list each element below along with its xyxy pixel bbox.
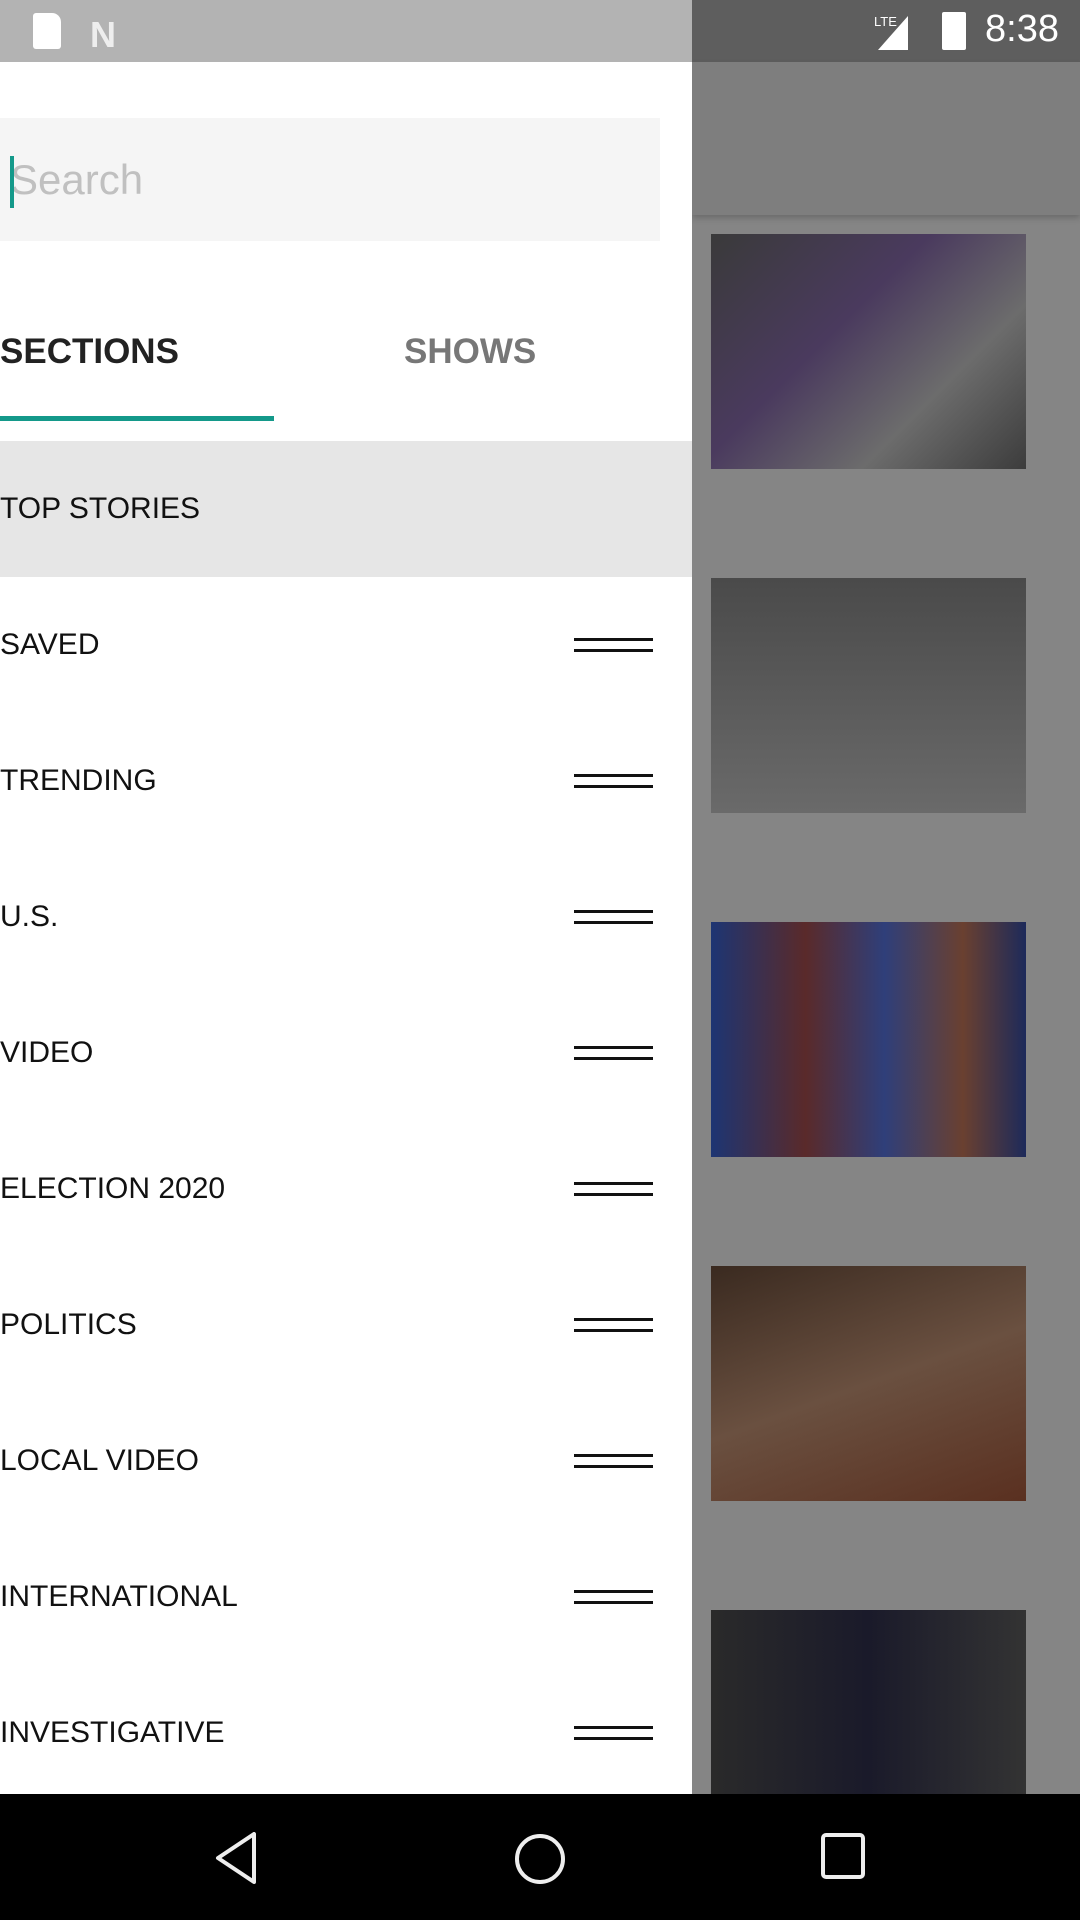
story-thumbnail[interactable] [711, 1266, 1026, 1501]
sidebar-item-label: ELECTION 2020 [0, 1172, 226, 1205]
story-thumbnail[interactable] [711, 234, 1026, 469]
sidebar-item-politics[interactable]: POLITICS [0, 1257, 692, 1393]
back-icon[interactable] [212, 1832, 262, 1884]
drag-handle-icon[interactable] [574, 1726, 653, 1740]
sidebar-item-international[interactable]: INTERNATIONAL [0, 1529, 692, 1665]
sidebar-item-saved[interactable]: SAVED [0, 577, 692, 713]
story-thumbnail[interactable] [711, 1610, 1026, 1794]
drag-handle-icon[interactable] [574, 638, 653, 652]
sidebar-item-label: TOP STORIES [0, 492, 201, 525]
signal-icon: LTE [874, 14, 908, 50]
tab-sections[interactable]: SECTIONS [0, 332, 179, 392]
battery-charging-icon [942, 12, 966, 50]
drag-handle-icon[interactable] [574, 1046, 653, 1060]
recents-icon[interactable] [820, 1832, 866, 1880]
text-cursor [10, 156, 14, 208]
story-thumbnail[interactable] [711, 922, 1026, 1157]
content-behind-scrim [692, 62, 1080, 1794]
sd-card-icon [33, 13, 61, 49]
drag-handle-icon[interactable] [574, 1590, 653, 1604]
sidebar-item-label: SAVED [0, 628, 100, 661]
sidebar-item-label: INTERNATIONAL [0, 1580, 238, 1613]
navigation-bar [0, 1794, 1080, 1920]
home-icon[interactable] [513, 1832, 567, 1886]
sidebar-item-label: POLITICS [0, 1308, 137, 1341]
n-logo-icon: N [90, 14, 116, 55]
sidebar-item-video[interactable]: VIDEO [0, 985, 692, 1121]
tab-shows[interactable]: SHOWS [404, 332, 536, 392]
sidebar-item-top-stories[interactable]: TOP STORIES [0, 441, 692, 577]
sidebar-item-label: INVESTIGATIVE [0, 1716, 225, 1749]
sidebar-item-local-video[interactable]: LOCAL VIDEO [0, 1393, 692, 1529]
story-thumbnail[interactable] [711, 578, 1026, 813]
sidebar-item-trending[interactable]: TRENDING [0, 713, 692, 849]
sidebar-item-label: LOCAL VIDEO [0, 1444, 199, 1477]
drag-handle-icon[interactable] [574, 1318, 653, 1332]
drag-handle-icon[interactable] [574, 910, 653, 924]
drag-handle-icon[interactable] [574, 1454, 653, 1468]
sidebar-item-us[interactable]: U.S. [0, 849, 692, 985]
navigation-drawer: SECTIONS SHOWS TOP STORIES SAVED TRENDIN… [0, 62, 692, 1794]
search-input[interactable] [10, 118, 650, 241]
drag-handle-icon[interactable] [574, 1182, 653, 1196]
svg-text:LTE: LTE [874, 14, 897, 29]
drag-handle-icon[interactable] [574, 774, 653, 788]
status-bar: N LTE 8:38 [0, 0, 1080, 62]
active-tab-indicator [0, 416, 274, 421]
sidebar-item-election-2020[interactable]: ELECTION 2020 [0, 1121, 692, 1257]
sidebar-item-investigative[interactable]: INVESTIGATIVE [0, 1665, 692, 1801]
app-toolbar [692, 62, 1080, 215]
sidebar-item-label: TRENDING [0, 764, 157, 797]
sidebar-item-label: U.S. [0, 900, 59, 933]
search-box[interactable] [0, 118, 660, 241]
sidebar-item-label: VIDEO [0, 1036, 94, 1069]
clock: 8:38 [985, 8, 1059, 50]
